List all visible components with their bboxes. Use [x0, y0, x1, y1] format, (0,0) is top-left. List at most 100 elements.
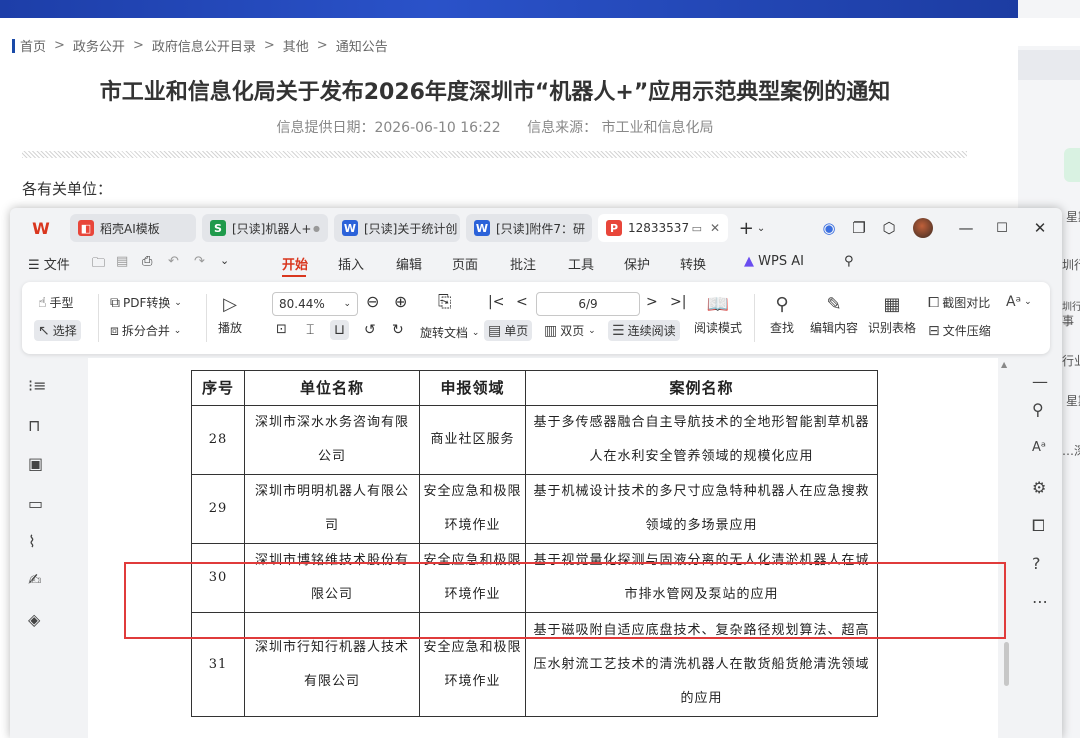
tab-label: 稻壳AI模板: [100, 221, 160, 236]
cursor-icon: ↖: [38, 322, 50, 339]
attachment-icon[interactable]: ⌇: [28, 532, 36, 551]
help-icon[interactable]: ?: [1032, 554, 1041, 573]
select-tool-button[interactable]: ↖ 选择: [34, 320, 81, 341]
undo-icon[interactable]: ↶: [168, 254, 179, 269]
menu-insert[interactable]: 插入: [338, 254, 364, 273]
ai-assistant-icon[interactable]: ◉: [818, 216, 840, 240]
maximize-icon[interactable]: ☐: [990, 216, 1014, 240]
wps-logo-icon[interactable]: W: [30, 216, 52, 240]
hand-icon: ☝: [38, 294, 47, 311]
outline-icon[interactable]: ⁝≡: [28, 376, 47, 395]
active-menu-underline: [282, 275, 306, 277]
double-page-button[interactable]: ▥ 双页 ⌄: [544, 322, 596, 339]
fit-width-icon[interactable]: ⊔: [330, 320, 349, 340]
folder-icon[interactable]: 🗀: [92, 254, 105, 276]
thumbnail-icon[interactable]: ▣: [28, 454, 43, 473]
rotate-left-icon[interactable]: ↺: [364, 322, 376, 338]
split-merge-button[interactable]: ⧈ 拆分合并 ⌄: [110, 322, 181, 339]
read-mode-button[interactable]: 📖 阅读模式: [694, 294, 742, 336]
more-chevron-icon[interactable]: ⌄: [220, 254, 229, 267]
pdf-icon: P: [606, 220, 622, 236]
layers-icon[interactable]: ◈: [28, 610, 40, 629]
menu-convert[interactable]: 转换: [680, 254, 706, 273]
continuous-read-button[interactable]: ☰ 连续阅读: [608, 320, 680, 341]
avatar[interactable]: [912, 216, 934, 240]
breadcrumb-gov-affairs[interactable]: 政务公开: [73, 36, 125, 55]
zoom-in-icon[interactable]: ⊕: [394, 292, 407, 311]
zoom-search-icon[interactable]: ⚲: [1032, 400, 1044, 419]
zoom-out-icon[interactable]: ⊖: [366, 292, 379, 311]
signature-icon[interactable]: ✍: [28, 570, 41, 589]
file-menu[interactable]: ☰ 文件: [28, 254, 70, 273]
menu-tools[interactable]: 工具: [568, 254, 594, 273]
scroll-thumb[interactable]: [1004, 642, 1009, 686]
recognize-table-button[interactable]: ▦ 识别表格: [868, 294, 916, 336]
text-tools-button[interactable]: Aᵃ ⌄: [1006, 294, 1032, 310]
find-button[interactable]: ⚲ 查找: [770, 294, 794, 336]
rotate-document-button[interactable]: 旋转文档 ⌄: [420, 324, 479, 341]
play-icon: ▷: [223, 294, 237, 315]
menu-page[interactable]: 页面: [452, 254, 478, 273]
screenshot-compare-button[interactable]: ⧠ 截图对比: [928, 294, 990, 311]
breadcrumb-catalog[interactable]: 政府信息公开目录: [152, 36, 256, 55]
actual-size-icon[interactable]: ⊡: [276, 322, 287, 337]
new-tab-button[interactable]: + ⌄: [732, 216, 772, 240]
breadcrumb-other[interactable]: 其他: [283, 36, 309, 55]
case-table: 序号 单位名称 申报领域 案例名称 28 深圳市深水水务咨询有限 公司 商业社区服…: [191, 370, 878, 717]
next-page-icon[interactable]: >: [646, 294, 658, 310]
menu-start[interactable]: 开始: [282, 254, 308, 273]
desktop-banner: [0, 0, 1080, 18]
comment-icon[interactable]: ▭: [28, 494, 43, 513]
tab-pdf-active[interactable]: P 12833537 ▭ ✕: [598, 214, 728, 242]
last-page-icon[interactable]: >|: [670, 294, 686, 310]
tab-word-1[interactable]: W [只读]关于统计创: [334, 214, 460, 242]
page-number-input[interactable]: 6/9: [536, 292, 640, 316]
edit-content-button[interactable]: ✎ 编辑内容: [810, 294, 858, 336]
print-icon[interactable]: ⎙: [142, 254, 152, 269]
search-icon[interactable]: ⚲: [844, 254, 854, 269]
vertical-scrollbar[interactable]: ▲: [1000, 358, 1010, 738]
split-icon: ⧈: [110, 322, 119, 339]
bg-text: 行业: [1062, 354, 1080, 368]
breadcrumb-notice[interactable]: 通知公告: [336, 36, 388, 55]
rotate-doc-icon[interactable]: ⎘: [438, 292, 452, 312]
single-page-button[interactable]: ▤ 单页: [484, 320, 533, 341]
minimize-icon[interactable]: —: [954, 216, 978, 240]
file-compress-button[interactable]: ⊟ 文件压缩: [928, 322, 991, 339]
fit-page-icon[interactable]: ⌶: [306, 322, 314, 338]
play-button[interactable]: ▷ 播放: [218, 294, 242, 336]
breadcrumb-home[interactable]: 首页: [20, 36, 46, 55]
close-window-icon[interactable]: ✕: [1028, 216, 1052, 240]
redo-icon[interactable]: ↷: [194, 254, 205, 269]
menu-edit[interactable]: 编辑: [396, 254, 422, 273]
info-source: 信息来源： 市工业和信息化局: [527, 120, 714, 136]
header-no: 序号: [191, 370, 245, 406]
window-restore-icon[interactable]: ❐: [848, 216, 870, 240]
menu-comment[interactable]: 批注: [510, 254, 536, 273]
collapse-icon[interactable]: —: [1032, 372, 1048, 391]
header-case: 案例名称: [525, 370, 878, 406]
prev-page-icon[interactable]: <: [516, 294, 528, 310]
cube-icon[interactable]: ⬡: [878, 216, 900, 240]
tab-docer[interactable]: ◧ 稻壳AI模板: [70, 214, 196, 242]
settings-sliders-icon[interactable]: ⚙: [1032, 478, 1046, 497]
close-tab-icon[interactable]: ✕: [710, 221, 720, 235]
tab-word-2[interactable]: W [只读]附件7：研: [466, 214, 592, 242]
wps-ai-button[interactable]: ▲ WPS AI: [744, 254, 804, 269]
compare-panel-icon[interactable]: ⧠: [1032, 516, 1045, 536]
pdf-convert-button[interactable]: ⧉ PDF转换 ⌄: [110, 294, 182, 311]
cell-unit: 深圳市深水水务咨询有限 公司: [244, 405, 420, 475]
menu-protect[interactable]: 保护: [624, 254, 650, 273]
first-page-icon[interactable]: |<: [488, 294, 504, 310]
translate-icon[interactable]: Aᵃ: [1032, 440, 1046, 455]
save-icon[interactable]: ▤: [116, 254, 128, 269]
scroll-up-icon[interactable]: ▲: [1001, 360, 1007, 369]
bookmark-icon[interactable]: ⊓: [28, 416, 40, 435]
more-icon[interactable]: ⋯: [1032, 592, 1048, 611]
tab-sheet[interactable]: S [只读]机器人+ ●: [202, 214, 328, 242]
hand-tool-button[interactable]: ☝ 手型: [38, 294, 74, 311]
rotate-right-icon[interactable]: ↻: [392, 322, 404, 338]
zoom-select[interactable]: 80.44% ⌄: [272, 292, 358, 316]
screen-icon[interactable]: ▭: [692, 222, 702, 235]
background-app-bar: [1018, 50, 1080, 80]
